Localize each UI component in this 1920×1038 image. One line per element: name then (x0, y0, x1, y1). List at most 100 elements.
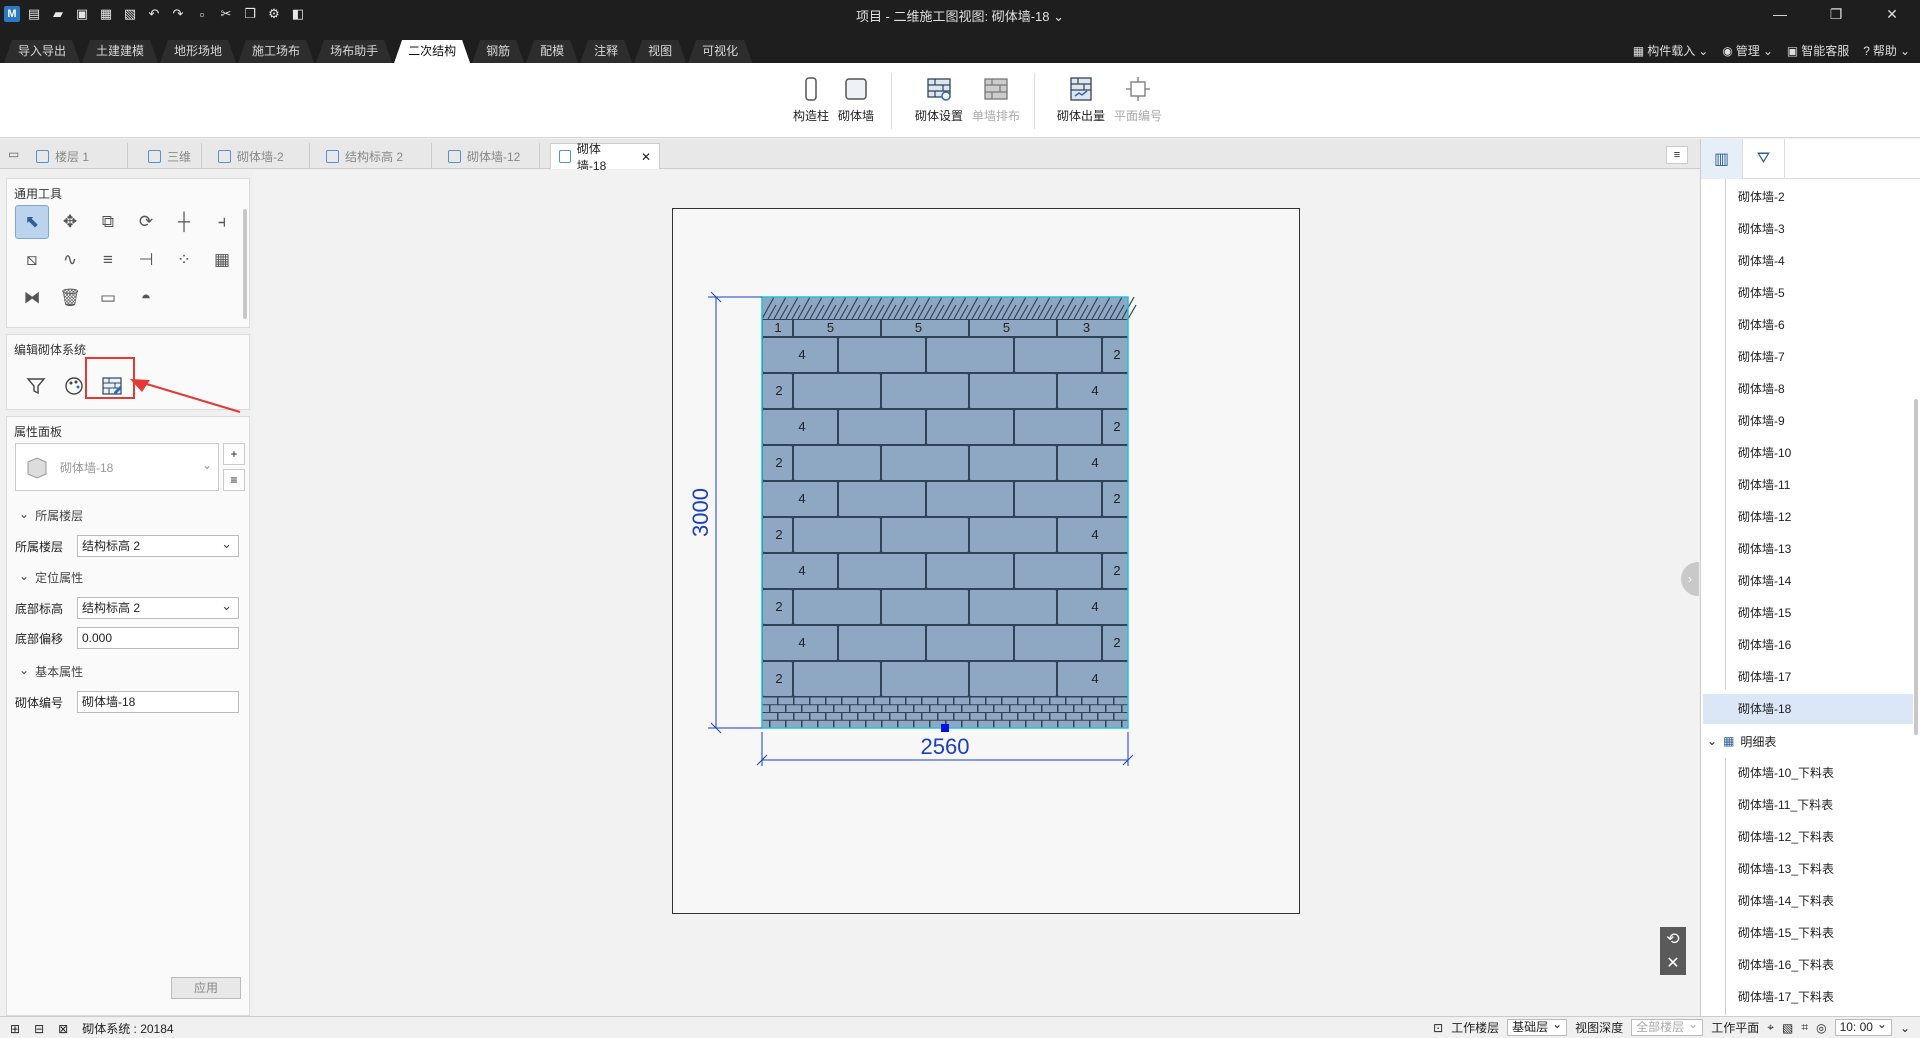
angle-tool-icon[interactable]: ◓ (129, 281, 163, 315)
isolate-icon[interactable]: ◎ (1816, 1021, 1826, 1035)
ribbon-tab[interactable]: 场布助手 (316, 40, 392, 63)
move-tool-icon[interactable]: ✥ (53, 205, 87, 239)
delete-tool-icon[interactable]: 🗑 (53, 281, 87, 315)
align-tool-icon[interactable]: ≡ (91, 243, 125, 277)
apply-button[interactable]: 应用 (171, 977, 241, 999)
mirror-tool-icon[interactable]: ⧓ (15, 281, 49, 315)
ribbon-tab[interactable]: 注释 (580, 40, 632, 63)
masonry-output-button[interactable]: 砌体出量 (1053, 75, 1109, 124)
ribbon-tab[interactable]: 视图 (634, 40, 686, 63)
type-properties-button[interactable]: ≡ (223, 469, 245, 491)
snap-icon[interactable]: ⌗ (1801, 1020, 1808, 1035)
filter-tab-icon[interactable]: ⛛ (1743, 139, 1785, 179)
ribbon-tab[interactable]: 土建建模 (82, 40, 158, 63)
tree-item-schedule[interactable]: 砌体墙-10_下料表 (1738, 758, 1834, 788)
tree-item-wall[interactable]: 砌体墙-18 (1703, 694, 1913, 724)
type-selector[interactable]: 砌体墙-18 ⌄ (15, 443, 219, 491)
time-select[interactable]: 10: 00 (1834, 1017, 1892, 1036)
ribbon-tab[interactable]: 地形场地 (160, 40, 236, 63)
trim-tool-icon[interactable]: ┼ (167, 205, 201, 239)
ribbon-tab[interactable]: 二次结构 (394, 40, 470, 63)
collapse-right-panel-button[interactable]: › (1681, 562, 1699, 596)
doc-tab[interactable]: 楼层 1 (28, 143, 128, 169)
tree-item-wall[interactable]: 砌体墙-6 (1738, 310, 1785, 340)
settings-dropdown-icon[interactable]: ⌄ (1900, 1021, 1910, 1035)
doc-tab[interactable]: 砌体墙-12 (440, 143, 540, 169)
ribbon-tab[interactable]: 钢筋 (472, 40, 524, 63)
close-view-icon[interactable]: ✕ (1660, 951, 1686, 975)
wall-drawing[interactable]: 1 5 5 5 3 4 2 2 4 4 2 2 4 4 2 2 4 4 2 2 4 4 2 2 4 3000 2560 (673, 209, 1301, 915)
filter-icon[interactable] (19, 369, 53, 403)
group-basic-header[interactable]: ⌄ 基本属性 (19, 663, 83, 680)
component-load-menu[interactable]: ▦ 构件载入 ⌄ (1633, 42, 1708, 59)
title-dropdown-icon[interactable]: ⌄ (1053, 9, 1064, 24)
tree-item-wall[interactable]: 砌体墙-15 (1738, 598, 1791, 628)
single-wall-layout-button[interactable]: 单墙排布 (968, 75, 1024, 124)
tree-item-schedule[interactable]: 砌体墙-17_下料表 (1738, 982, 1834, 1012)
doc-tab[interactable]: 三维 (140, 143, 202, 169)
constructional-column-button[interactable]: 构造柱 (787, 75, 835, 124)
group-floor-header[interactable]: ⌄ 所属楼层 (19, 507, 83, 524)
tree-item-wall[interactable]: 砌体墙-3 (1738, 214, 1785, 244)
reset-view-icon[interactable]: ⟲ (1660, 927, 1686, 951)
tree-item-schedule[interactable]: 砌体墙-14_下料表 (1738, 886, 1834, 916)
ribbon-tab[interactable]: 可视化 (688, 40, 752, 63)
tree-item-wall[interactable]: 砌体墙-7 (1738, 342, 1785, 372)
array-tool-icon[interactable]: ⁘ (167, 243, 201, 277)
tree-item-wall[interactable]: 砌体墙-13 (1738, 534, 1791, 564)
tree-item-schedule[interactable]: 砌体墙-15_下料表 (1738, 918, 1834, 948)
tree-item-wall[interactable]: 砌体墙-16 (1738, 630, 1791, 660)
tree-item-wall[interactable]: 砌体墙-17 (1738, 662, 1791, 692)
tree-item-schedule[interactable]: 砌体墙-12_下料表 (1738, 822, 1834, 852)
tree-item-schedule[interactable]: 砌体墙-13_下料表 (1738, 854, 1834, 884)
drawing-canvas[interactable]: 1 5 5 5 3 4 2 2 4 4 2 2 4 4 2 2 4 4 2 2 4 4 2 2 4 3000 2560 › ⟲ ✕ (253, 170, 1699, 1016)
tree-item-wall[interactable]: 砌体墙-2 (1738, 182, 1785, 212)
view-depth-select[interactable]: 全部楼层 (1631, 1017, 1704, 1036)
smart-service-button[interactable]: ▣ 智能客服 (1787, 42, 1849, 59)
tree-scrollbar[interactable] (1914, 399, 1918, 735)
doc-tab[interactable]: 结构标高 2 (318, 143, 432, 169)
doc-tab[interactable]: 砌体墙-18 ✕ (550, 142, 660, 173)
masonry-wall-button[interactable]: 砌体墙 (832, 75, 880, 124)
minimize-button[interactable]: — (1752, 0, 1808, 28)
tree-item-wall[interactable]: 砌体墙-4 (1738, 246, 1785, 276)
split-tool-icon[interactable]: ⫞ (205, 205, 239, 239)
doc-tab[interactable]: 砌体墙-2 (210, 143, 310, 169)
tools-scrollbar[interactable] (243, 209, 247, 319)
offset-tool-icon[interactable]: ⧅ (15, 243, 49, 277)
wall-id-input[interactable]: 砌体墙-18 (77, 691, 239, 713)
add-type-button[interactable]: + (223, 443, 245, 465)
layout-grid-icon[interactable]: ⊞ (10, 1022, 20, 1036)
tree-item-wall[interactable]: 砌体墙-10 (1738, 438, 1791, 468)
help-menu[interactable]: ? 帮助 ⌄ (1863, 42, 1910, 59)
plan-numbering-button[interactable]: 平面编号 (1110, 75, 1166, 124)
tree-item-schedule[interactable]: 砌体墙-11_下料表 (1738, 790, 1833, 820)
extend-tool-icon[interactable]: ⊣ (129, 243, 163, 277)
close-button[interactable]: ✕ (1864, 0, 1920, 28)
measure-tool-icon[interactable]: ▭ (91, 281, 125, 315)
tree-group-schedules[interactable]: ⌄ ▦ 明细表 (1707, 726, 1776, 756)
bottom-elev-select[interactable]: 结构标高 2 (77, 596, 239, 619)
tree-item-wall[interactable]: 砌体墙-11 (1738, 470, 1790, 500)
tab-list-menu-button[interactable]: ≡ (1666, 146, 1688, 164)
zoom-fit-icon[interactable]: ⊡ (1433, 1021, 1443, 1035)
manage-menu[interactable]: ◉ 管理 ⌄ (1722, 42, 1773, 59)
maximize-button[interactable]: ❐ (1808, 0, 1864, 28)
ribbon-tab[interactable]: 配模 (526, 40, 578, 63)
work-plane-icon[interactable]: ⌖ (1767, 1020, 1774, 1035)
masonry-settings-button[interactable]: 砌体设置 (911, 75, 967, 124)
tree-item-schedule[interactable]: 砌体墙-16_下料表 (1738, 950, 1834, 980)
tree-item-wall[interactable]: 砌体墙-5 (1738, 278, 1785, 308)
floor-select[interactable]: 结构标高 2 (77, 534, 239, 557)
copy-tool-icon[interactable]: ⧉ (91, 205, 125, 239)
tree-item-wall[interactable]: 砌体墙-9 (1738, 406, 1785, 436)
panel-toggle-icon[interactable]: ▭ (8, 147, 19, 161)
tree-item-wall[interactable]: 砌体墙-12 (1738, 502, 1791, 532)
ribbon-tab[interactable]: 施工场布 (238, 40, 314, 63)
browser-tab-icon[interactable]: ▥ (1701, 139, 1743, 179)
stretch-tool-icon[interactable]: ∿ (53, 243, 87, 277)
work-floor-select[interactable]: 基础层 (1507, 1017, 1568, 1036)
ribbon-tab[interactable]: 导入导出 (4, 40, 80, 63)
section-box-icon[interactable]: ▧ (1782, 1021, 1793, 1035)
layout-tile-icon[interactable]: ⊟ (34, 1022, 44, 1036)
